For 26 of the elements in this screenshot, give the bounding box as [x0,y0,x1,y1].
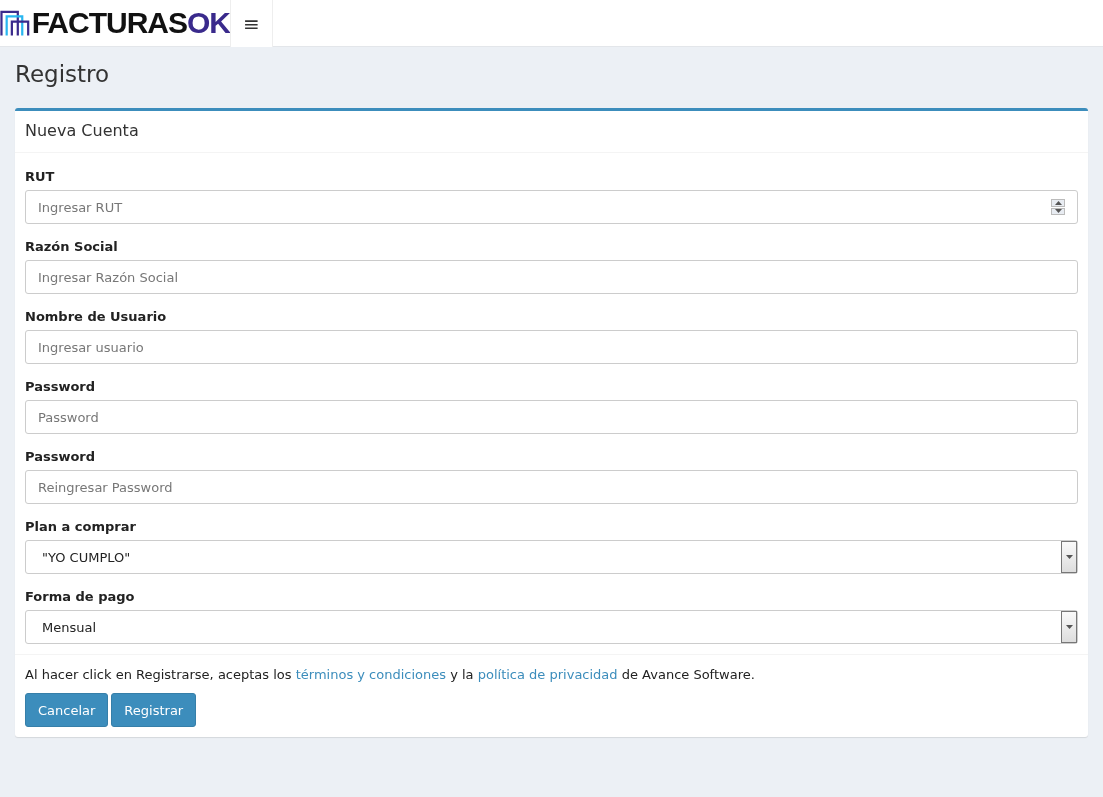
password-field[interactable]: Password [25,400,1078,434]
caret-icon[interactable] [1061,541,1077,573]
password-field[interactable]: Reingresar Password [25,470,1078,504]
field-label: Forma de pago [25,589,136,604]
caret-icon[interactable] [1061,611,1077,643]
register-button[interactable]: Registrar [111,693,197,727]
field-label: Password [25,449,97,464]
cancel-button[interactable]: Cancelar [25,693,109,727]
field-label: Razón Social [25,239,119,254]
field-label: Nombre de Usuario [25,309,168,324]
select-field[interactable]: "YO CUMPLO" [25,540,1078,574]
menu-button[interactable]: ≡ [230,0,273,47]
terms-link[interactable]: términos y condiciones [295,667,447,682]
field-label: RUT [25,169,56,184]
spinner-icon[interactable] [1051,199,1065,215]
input-field[interactable]: Ingresar usuario [25,330,1078,364]
field-label: Password [25,379,97,394]
page-title: Registro [14,60,111,89]
input-field[interactable]: Ingresar Razón Social [25,260,1078,294]
terms-link[interactable]: política de privacidad [477,667,618,682]
terms-text: Al hacer click en Registrarse, aceptas los términos y condiciones y la política de privacidad de Avance Software. [25,667,756,682]
field-label: Plan a comprar [25,519,137,534]
input-field[interactable]: Ingresar RUT [25,190,1078,224]
select-field[interactable]: Mensual [25,610,1078,644]
logo-text: FACTURASOK [31,8,230,38]
card-title: Nueva Cuenta [15,111,1088,153]
